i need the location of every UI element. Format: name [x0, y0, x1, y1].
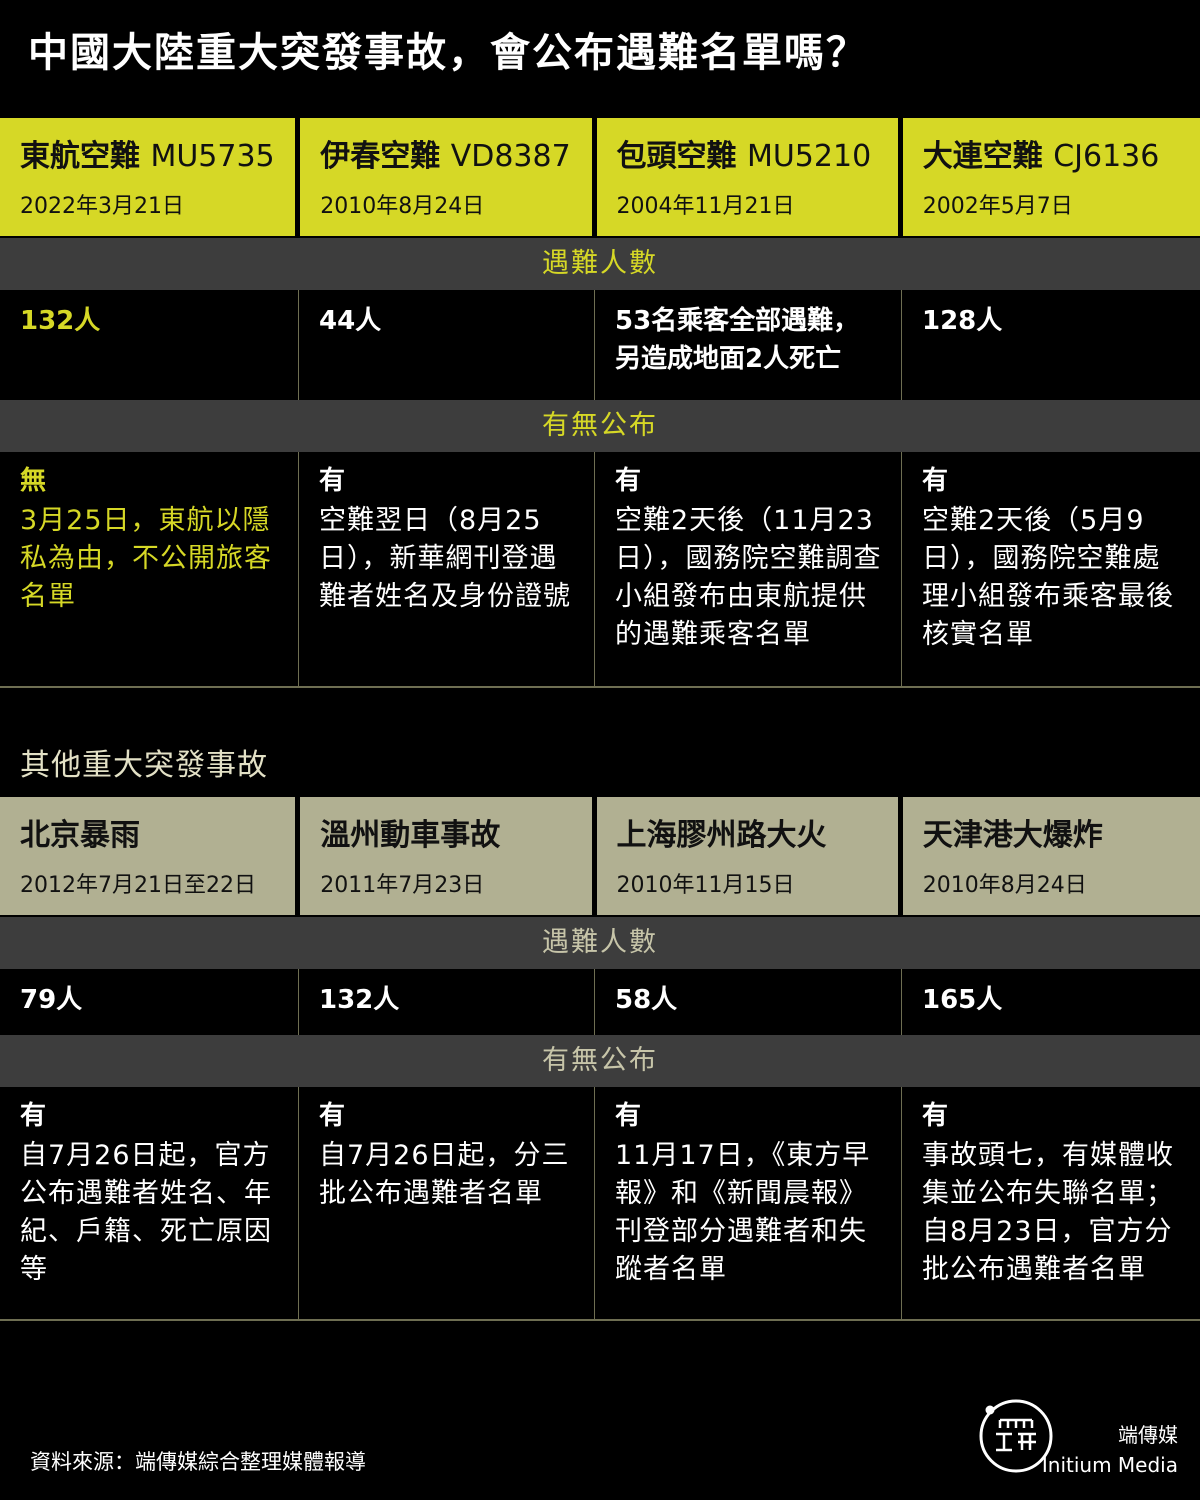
- published-flag: 有: [319, 466, 346, 496]
- victim-count: 44人: [319, 306, 382, 336]
- other-publish-row: 有 自7月26日起，官方公布遇難者姓名、年紀、戶籍、死亡原因等 有 自7月26日…: [0, 1087, 1200, 1319]
- published-desc: 空難翌日（8月25日），新華網刊登遇難者姓名及身份證號: [319, 505, 571, 612]
- flight-code: CJ6136: [1053, 139, 1160, 174]
- event-name: 伊春空難: [320, 139, 441, 174]
- air-count-row: 132人 44人 53名乘客全部遇難，另造成地面2人死亡 128人: [0, 290, 1200, 400]
- flight-code: MU5210: [746, 139, 872, 174]
- brand-cn: 端傳媒: [1118, 1423, 1178, 1447]
- section-published: 有無公布: [0, 400, 1200, 452]
- page-title: 中國大陸重大突發事故，會公布遇難名單嗎？: [28, 30, 868, 76]
- published-desc: 11月17日，《東方早報》和《新聞晨報》刊登部分遇難者和失蹤者名單: [615, 1140, 871, 1285]
- victim-count: 132人: [319, 985, 400, 1015]
- victim-count: 165人: [922, 985, 1003, 1015]
- published-flag: 有: [922, 466, 949, 496]
- section-published: 有無公布: [0, 1035, 1200, 1087]
- other-header-cell: 北京暴雨 2012年7月21日至22日: [0, 797, 296, 915]
- other-header-cell: 上海膠州路大火 2010年11月15日: [596, 797, 898, 915]
- published-flag: 有: [615, 1101, 642, 1131]
- air-header-cell: 包頭空難 MU5210 2004年11月21日: [596, 118, 898, 236]
- event-name: 東航空難: [20, 139, 140, 174]
- event-name: 溫州動車事故: [320, 818, 501, 853]
- published-desc: 事故頭七，有媒體收集並公布失聯名單；自8月23日，官方分批公布遇難者名單: [922, 1140, 1174, 1285]
- event-date: 2004年11月21日: [616, 194, 795, 219]
- published-flag: 無: [20, 466, 47, 496]
- air-header-cell: 大連空難 CJ6136 2002年5月7日: [902, 118, 1200, 236]
- other-header-cell: 天津港大爆炸 2010年8月24日: [902, 797, 1200, 915]
- event-date: 2010年8月24日: [922, 873, 1087, 898]
- published-flag: 有: [922, 1101, 949, 1131]
- event-date: 2002年5月7日: [922, 194, 1073, 219]
- flight-code: MU5735: [150, 139, 275, 174]
- victim-count: 79人: [20, 985, 83, 1015]
- event-name: 大連空難: [922, 139, 1043, 174]
- flight-code: VD8387: [450, 139, 571, 174]
- air-header-cell: 伊春空難 VD8387 2010年8月24日: [300, 118, 592, 236]
- other-section-title: 其他重大突發事故: [20, 748, 268, 783]
- divider: [0, 686, 1200, 688]
- published-flag: 有: [20, 1101, 47, 1131]
- event-name: 上海膠州路大火: [616, 818, 827, 853]
- event-name: 北京暴雨: [20, 818, 140, 853]
- air-header-band: 東航空難 MU5735 2022年3月21日 伊春空難 VD8387 2010年…: [0, 118, 1200, 236]
- event-date: 2011年7月23日: [320, 873, 485, 898]
- victim-count: 128人: [922, 306, 1003, 336]
- victim-count: 53名乘客全部遇難，另造成地面2人死亡: [615, 306, 860, 374]
- published-desc: 自7月26日起，官方公布遇難者姓名、年紀、戶籍、死亡原因等: [20, 1140, 272, 1285]
- event-date: 2010年8月24日: [320, 194, 485, 219]
- published-flag: 有: [615, 466, 642, 496]
- other-header-band: 北京暴雨 2012年7月21日至22日 溫州動車事故 2011年7月23日 上海…: [0, 797, 1200, 915]
- other-header-cell: 溫州動車事故 2011年7月23日: [300, 797, 592, 915]
- event-date: 2022年3月21日: [20, 194, 184, 219]
- section-victims: 遇難人數: [0, 917, 1200, 969]
- section-victims: 遇難人數: [0, 238, 1200, 290]
- published-desc: 自7月26日起，分三批公布遇難者名單: [319, 1140, 570, 1209]
- other-count-row: 79人 132人 58人 165人: [0, 969, 1200, 1035]
- victim-count: 58人: [615, 985, 678, 1015]
- divider: [0, 1319, 1200, 1321]
- published-desc: 空難2天後（11月23日），國務院空難調查小組發布由東航提供的遇難乘客名單: [615, 505, 882, 650]
- air-publish-row: 無 3月25日，東航以隱私為由，不公開旅客名單 有 空難翌日（8月25日），新華…: [0, 452, 1200, 686]
- air-header-cell: 東航空難 MU5735 2022年3月21日: [0, 118, 296, 236]
- brand-en: Initium Media: [1041, 1453, 1178, 1477]
- published-desc: 3月25日，東航以隱私為由，不公開旅客名單: [20, 505, 272, 612]
- event-date: 2010年11月15日: [616, 873, 795, 898]
- event-name: 包頭空難: [616, 139, 737, 174]
- brand: 端傳媒 Initium Media: [1042, 1420, 1178, 1480]
- published-desc: 空難2天後（5月9日），國務院空難處理小組發布乘客最後核實名單: [922, 505, 1174, 650]
- event-name: 天津港大爆炸: [922, 818, 1103, 853]
- source-note: 資料來源：端傳媒綜合整理媒體報導: [30, 1450, 366, 1474]
- victim-count: 132人: [20, 306, 101, 336]
- event-date: 2012年7月21日至22日: [20, 873, 256, 898]
- published-flag: 有: [319, 1101, 346, 1131]
